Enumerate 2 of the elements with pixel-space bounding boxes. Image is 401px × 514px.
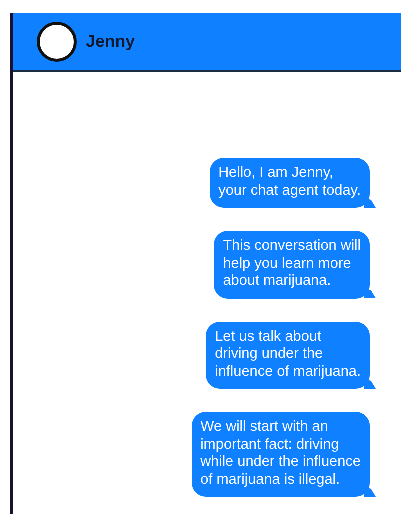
- avatar-icon: [37, 22, 77, 62]
- contact-name: Jenny: [86, 32, 136, 52]
